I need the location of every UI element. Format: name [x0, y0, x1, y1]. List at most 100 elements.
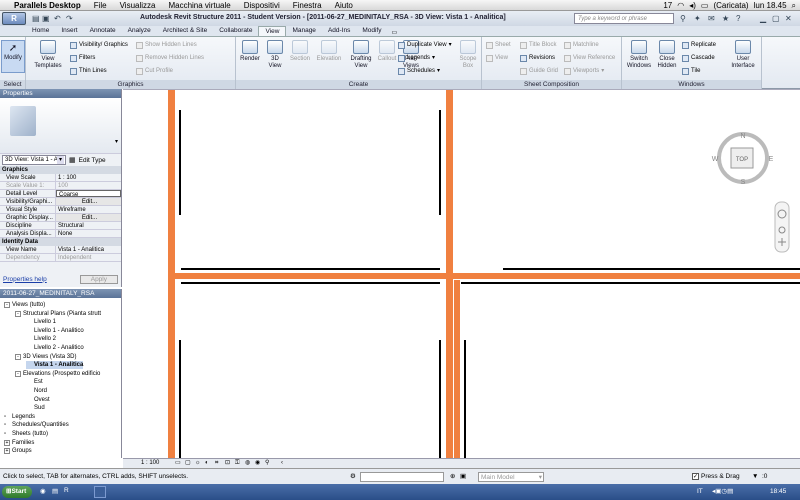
property-row[interactable]: Visibility/Graphi... Edit...	[0, 198, 121, 206]
render-button[interactable]: Render	[238, 40, 262, 63]
view-button[interactable]: View	[486, 53, 508, 63]
view-reference-button[interactable]: View Reference	[564, 53, 615, 63]
quicklaunch-explorer-icon[interactable]: ▤	[52, 487, 58, 495]
collapse-icon[interactable]: -	[4, 302, 10, 308]
chevron-down-icon[interactable]: ▾	[115, 138, 118, 145]
show-crop-icon[interactable]: ⊡	[225, 459, 230, 468]
browser-node[interactable]: Nord	[26, 387, 47, 395]
navigation-bar[interactable]	[774, 201, 790, 253]
switch-windows-button[interactable]: Switch Windows	[626, 40, 652, 70]
tab-modify[interactable]: Modify	[356, 26, 387, 36]
menu-visualizza[interactable]: Visualizza	[120, 1, 156, 10]
menu-finestra[interactable]: Finestra	[293, 1, 322, 10]
menu-file[interactable]: File	[94, 1, 107, 10]
menu-aiuto[interactable]: Aiuto	[335, 1, 353, 10]
reveal-hidden-icon[interactable]: ◉	[255, 459, 260, 468]
chevron-left-icon[interactable]: ‹	[281, 459, 283, 468]
open-icon[interactable]: ▤	[32, 14, 40, 23]
battery-icon[interactable]: ▭	[701, 1, 709, 11]
collapse-icon[interactable]: -	[15, 370, 21, 377]
property-row[interactable]: Analysis Displa... None	[0, 230, 121, 238]
design-options-icon[interactable]: ⊕	[450, 469, 455, 485]
help-icon[interactable]: ?	[736, 14, 740, 23]
scope-box-button[interactable]: Scope Box	[458, 40, 478, 70]
detail-level-icon[interactable]: ▭	[175, 459, 181, 468]
modify-button[interactable]: ➚ Modify	[1, 40, 25, 73]
browser-node[interactable]: Livello 2	[26, 335, 56, 343]
property-row[interactable]: Graphic Display... Edit...	[0, 214, 121, 222]
status-counter[interactable]: 17	[663, 1, 672, 11]
browser-node[interactable]: Ovest	[26, 396, 50, 404]
drafting-view-button[interactable]: Drafting View	[346, 40, 376, 70]
browser-node[interactable]: - Views (tutto)	[4, 301, 45, 309]
browser-node[interactable]: ▫ Legends	[4, 413, 35, 421]
browser-node[interactable]: Est	[26, 378, 43, 386]
editable-only-icon[interactable]: ▣	[460, 469, 466, 485]
undo-icon[interactable]: ↶	[54, 14, 61, 23]
property-row[interactable]: Visual Style Wireframe	[0, 206, 121, 214]
revisions-button[interactable]: Revisions	[520, 53, 555, 63]
apply-button[interactable]: Apply	[79, 274, 118, 284]
callout-button[interactable]: Callout	[376, 40, 398, 63]
star-icon[interactable]: ★	[722, 14, 729, 23]
start-button[interactable]: ⊞Start	[2, 486, 32, 498]
sun-path-icon[interactable]: ☼	[195, 459, 201, 468]
property-row[interactable]: Detail Level Coarse	[0, 190, 121, 198]
analytical-model-icon[interactable]: ⚲	[265, 459, 269, 468]
wifi-icon[interactable]: ◠	[677, 1, 684, 11]
sheet-button[interactable]: Sheet	[486, 40, 511, 50]
property-row[interactable]: Scale Value 1: 100	[0, 182, 121, 190]
cut-profile-button[interactable]: Cut Profile	[136, 66, 173, 76]
design-option-select[interactable]: Main Model ▾	[478, 472, 544, 482]
column-center-2[interactable]	[454, 280, 460, 459]
browser-node[interactable]: ▫ Schedules/Quantities	[4, 421, 69, 429]
property-value[interactable]: Structural	[56, 222, 121, 229]
press-drag-checkbox[interactable]: ✓	[692, 473, 699, 480]
property-value[interactable]: Edit...	[56, 198, 121, 205]
binoculars-icon[interactable]: ⚲	[680, 14, 686, 23]
workset-icon[interactable]: ⚙	[350, 469, 356, 485]
browser-node[interactable]: Livello 2 - Analitico	[26, 344, 84, 352]
workset-field[interactable]	[360, 472, 444, 482]
tab-insert[interactable]: Insert	[55, 26, 83, 36]
revit-app-button[interactable]: R	[2, 12, 26, 25]
duplicate-view-button[interactable]: Duplicate View ▾	[398, 40, 452, 50]
close-hidden-button[interactable]: Close Hidden	[655, 40, 679, 70]
3d-view-button[interactable]: 3D View	[264, 40, 286, 70]
tab-home[interactable]: Home	[26, 26, 55, 36]
taskbar-clock[interactable]: 18:45	[770, 488, 786, 495]
property-value[interactable]: None	[56, 230, 121, 237]
help-search-input[interactable]: Type a keyword or phrase	[574, 13, 674, 24]
battery-status[interactable]: (Caricata)	[713, 1, 748, 11]
cascade-button[interactable]: Cascade	[682, 53, 715, 63]
property-value[interactable]: Vista 1 - Analitica	[56, 246, 121, 253]
subscription-icon[interactable]: ✦	[694, 14, 701, 23]
filter-icon[interactable]: ▼	[752, 469, 758, 485]
property-row[interactable]: Discipline Structural	[0, 222, 121, 230]
crop-view-icon[interactable]: ⌗	[215, 459, 218, 468]
spotlight-icon[interactable]: ⌕	[792, 1, 796, 11]
browser-node[interactable]: + Groups	[4, 447, 32, 455]
property-value[interactable]: Coarse	[56, 190, 121, 197]
matchline-button[interactable]: Matchline	[564, 40, 599, 50]
volume-icon[interactable]: ◂)	[689, 1, 696, 11]
shadows-icon[interactable]: ◐	[205, 459, 209, 468]
thin-lines-button[interactable]: Thin Lines	[70, 66, 107, 76]
tab-add-ins[interactable]: Add-Ins	[322, 26, 356, 36]
language-indicator[interactable]: IT	[697, 488, 703, 495]
remove-hidden-lines-button[interactable]: Remove Hidden Lines	[136, 53, 204, 63]
close-icon[interactable]: ✕	[785, 14, 792, 23]
section-button[interactable]: Section	[288, 40, 312, 63]
property-value[interactable]: Edit...	[56, 214, 121, 221]
browser-node[interactable]: - Elevations (Prospetto edificio	[15, 370, 100, 378]
collapse-icon[interactable]: -	[15, 310, 21, 317]
properties-section[interactable]: Identity Data	[0, 238, 121, 246]
visibility-graphics-button[interactable]: Visibility/ Graphics	[70, 40, 128, 50]
expand-icon[interactable]: +	[4, 439, 10, 446]
browser-node[interactable]: -3D Views (Vista 3D)	[15, 353, 76, 361]
visual-style-icon[interactable]: ▢	[185, 459, 191, 468]
tab-manage[interactable]: Manage	[286, 26, 322, 36]
property-row[interactable]: Dependency Independent	[0, 254, 121, 262]
browser-node[interactable]: - Structural Plans (Pianta strutt	[15, 310, 101, 318]
property-value[interactable]: Independent	[56, 254, 121, 261]
